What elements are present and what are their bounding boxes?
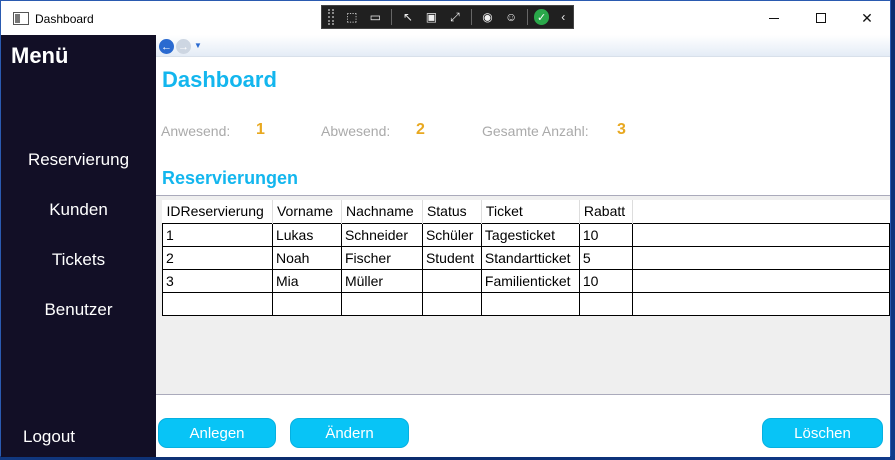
table-new-row[interactable] — [162, 292, 891, 316]
table-row[interactable]: 2 Noah Fischer Student Standartticket 5 — [162, 246, 891, 270]
close-button[interactable]: ✕ — [844, 1, 890, 35]
table-cell[interactable]: Noah — [272, 246, 342, 270]
table-cell[interactable]: 3 — [162, 269, 273, 293]
app-window: Dashboard ⬚ ▭ ↖ ▣ ⤢ ◉ ☺ ✓ ‹ ✕ Menü Reser… — [0, 0, 891, 457]
minimize-button[interactable] — [751, 1, 797, 35]
reservations-grid[interactable]: IDReservierung Vorname Nachname Status T… — [156, 195, 891, 395]
table-cell[interactable] — [481, 292, 580, 316]
table-row[interactable]: 1 Lukas Schneider Schüler Tagesticket 10 — [162, 222, 891, 247]
maximize-icon — [816, 13, 826, 23]
stat-value-abwesend: 2 — [416, 121, 425, 138]
history-dropdown-icon[interactable]: ▼ — [194, 41, 202, 50]
column-header[interactable]: Vorname — [272, 200, 342, 223]
table-cell[interactable]: Standartticket — [481, 246, 580, 270]
table-cell-filler — [632, 292, 891, 316]
section-title-reservierungen: Reservierungen — [162, 168, 299, 188]
table-cell[interactable] — [341, 292, 423, 316]
close-icon: ✕ — [861, 9, 873, 26]
table-cell[interactable]: Fischer — [341, 246, 423, 270]
table-cell[interactable]: Lukas — [272, 222, 342, 247]
stat-value-anwesend: 1 — [256, 121, 265, 138]
sidebar-item-reservierung[interactable]: Reservierung — [1, 150, 156, 170]
back-arrow-icon[interactable]: ← — [159, 39, 174, 54]
toolbar-separator — [391, 9, 393, 25]
sidebar-item-benutzer[interactable]: Benutzer — [1, 300, 156, 320]
column-header[interactable]: Nachname — [341, 200, 423, 223]
table-row[interactable]: 3 Mia Müller Familienticket 10 — [162, 269, 891, 293]
overlay-debug-toolbar: ⬚ ▭ ↖ ▣ ⤢ ◉ ☺ ✓ ‹ — [321, 5, 574, 29]
table-cell[interactable]: Schüler — [422, 222, 482, 247]
reservations-table: IDReservierung Vorname Nachname Status T… — [162, 200, 891, 316]
create-button[interactable]: Anlegen — [158, 418, 276, 448]
table-cell[interactable]: 10 — [579, 269, 633, 293]
stat-value-gesamt: 3 — [617, 121, 626, 138]
table-cell[interactable]: 5 — [579, 246, 633, 270]
main-content: ← → ▼ Dashboard Anwesend: 1 Abwesend: 2 … — [156, 35, 891, 457]
forward-arrow-icon[interactable]: → — [176, 39, 191, 54]
table-cell[interactable]: 1 — [162, 222, 273, 247]
table-cell[interactable] — [422, 292, 482, 316]
column-header[interactable]: IDReservierung — [162, 200, 273, 223]
logout-button[interactable]: Logout — [23, 427, 75, 447]
pointer-select-icon[interactable]: ↖ — [398, 8, 418, 26]
column-header[interactable]: Rabatt — [579, 200, 633, 223]
table-cell[interactable] — [162, 292, 273, 316]
video-icon[interactable]: ▭ — [366, 8, 386, 26]
select-element-icon[interactable]: ⬚ — [342, 8, 362, 26]
table-cell[interactable]: Tagesticket — [481, 222, 580, 247]
stat-label-anwesend: Anwesend: — [161, 123, 231, 139]
app-window-icon — [13, 12, 29, 25]
stat-label-gesamt: Gesamte Anzahl: — [482, 123, 589, 139]
table-cell-filler — [632, 246, 891, 270]
accessibility-icon[interactable]: ☺ — [501, 8, 521, 26]
window-title: Dashboard — [35, 12, 94, 26]
sidebar-title: Menü — [11, 43, 69, 68]
column-header-filler — [632, 200, 890, 223]
toolbar-separator — [470, 9, 472, 25]
table-cell-filler — [632, 222, 891, 247]
toolbar-separator — [526, 9, 528, 25]
navigation-bar: ← → ▼ — [156, 35, 890, 57]
sidebar: Menü Reservierung Kunden Tickets Benutze… — [1, 35, 156, 457]
table-cell[interactable]: Student — [422, 246, 482, 270]
table-header-row: IDReservierung Vorname Nachname Status T… — [162, 200, 890, 223]
toolbar-grip-icon[interactable] — [328, 9, 334, 25]
table-cell[interactable]: Familienticket — [481, 269, 580, 293]
table-cell[interactable] — [422, 269, 482, 293]
track-focus-icon[interactable]: ⤢ — [445, 8, 465, 26]
table-cell[interactable]: Mia — [272, 269, 342, 293]
table-cell-filler — [632, 269, 891, 293]
delete-button[interactable]: Löschen — [762, 418, 883, 448]
minimize-icon — [769, 17, 779, 19]
collapse-chevron-icon[interactable]: ‹ — [553, 8, 573, 26]
column-header[interactable]: Status — [422, 200, 482, 223]
hot-reload-icon[interactable]: ◉ — [478, 8, 498, 26]
page-title: Dashboard — [162, 67, 277, 92]
maximize-button[interactable] — [798, 1, 844, 35]
table-cell[interactable] — [579, 292, 633, 316]
sidebar-item-tickets[interactable]: Tickets — [1, 250, 156, 270]
sidebar-item-kunden[interactable]: Kunden — [1, 200, 156, 220]
stat-label-abwesend: Abwesend: — [321, 123, 391, 139]
column-header[interactable]: Ticket — [481, 200, 580, 223]
table-cell[interactable]: Schneider — [341, 222, 423, 247]
edit-button[interactable]: Ändern — [290, 418, 409, 448]
table-cell[interactable] — [272, 292, 342, 316]
table-cell[interactable]: Müller — [341, 269, 423, 293]
table-cell[interactable]: 2 — [162, 246, 273, 270]
status-check-icon: ✓ — [533, 9, 550, 25]
title-bar: Dashboard ⬚ ▭ ↖ ▣ ⤢ ◉ ☺ ✓ ‹ ✕ — [1, 1, 890, 35]
display-layout-icon[interactable]: ▣ — [422, 8, 442, 26]
table-cell[interactable]: 10 — [579, 222, 633, 247]
